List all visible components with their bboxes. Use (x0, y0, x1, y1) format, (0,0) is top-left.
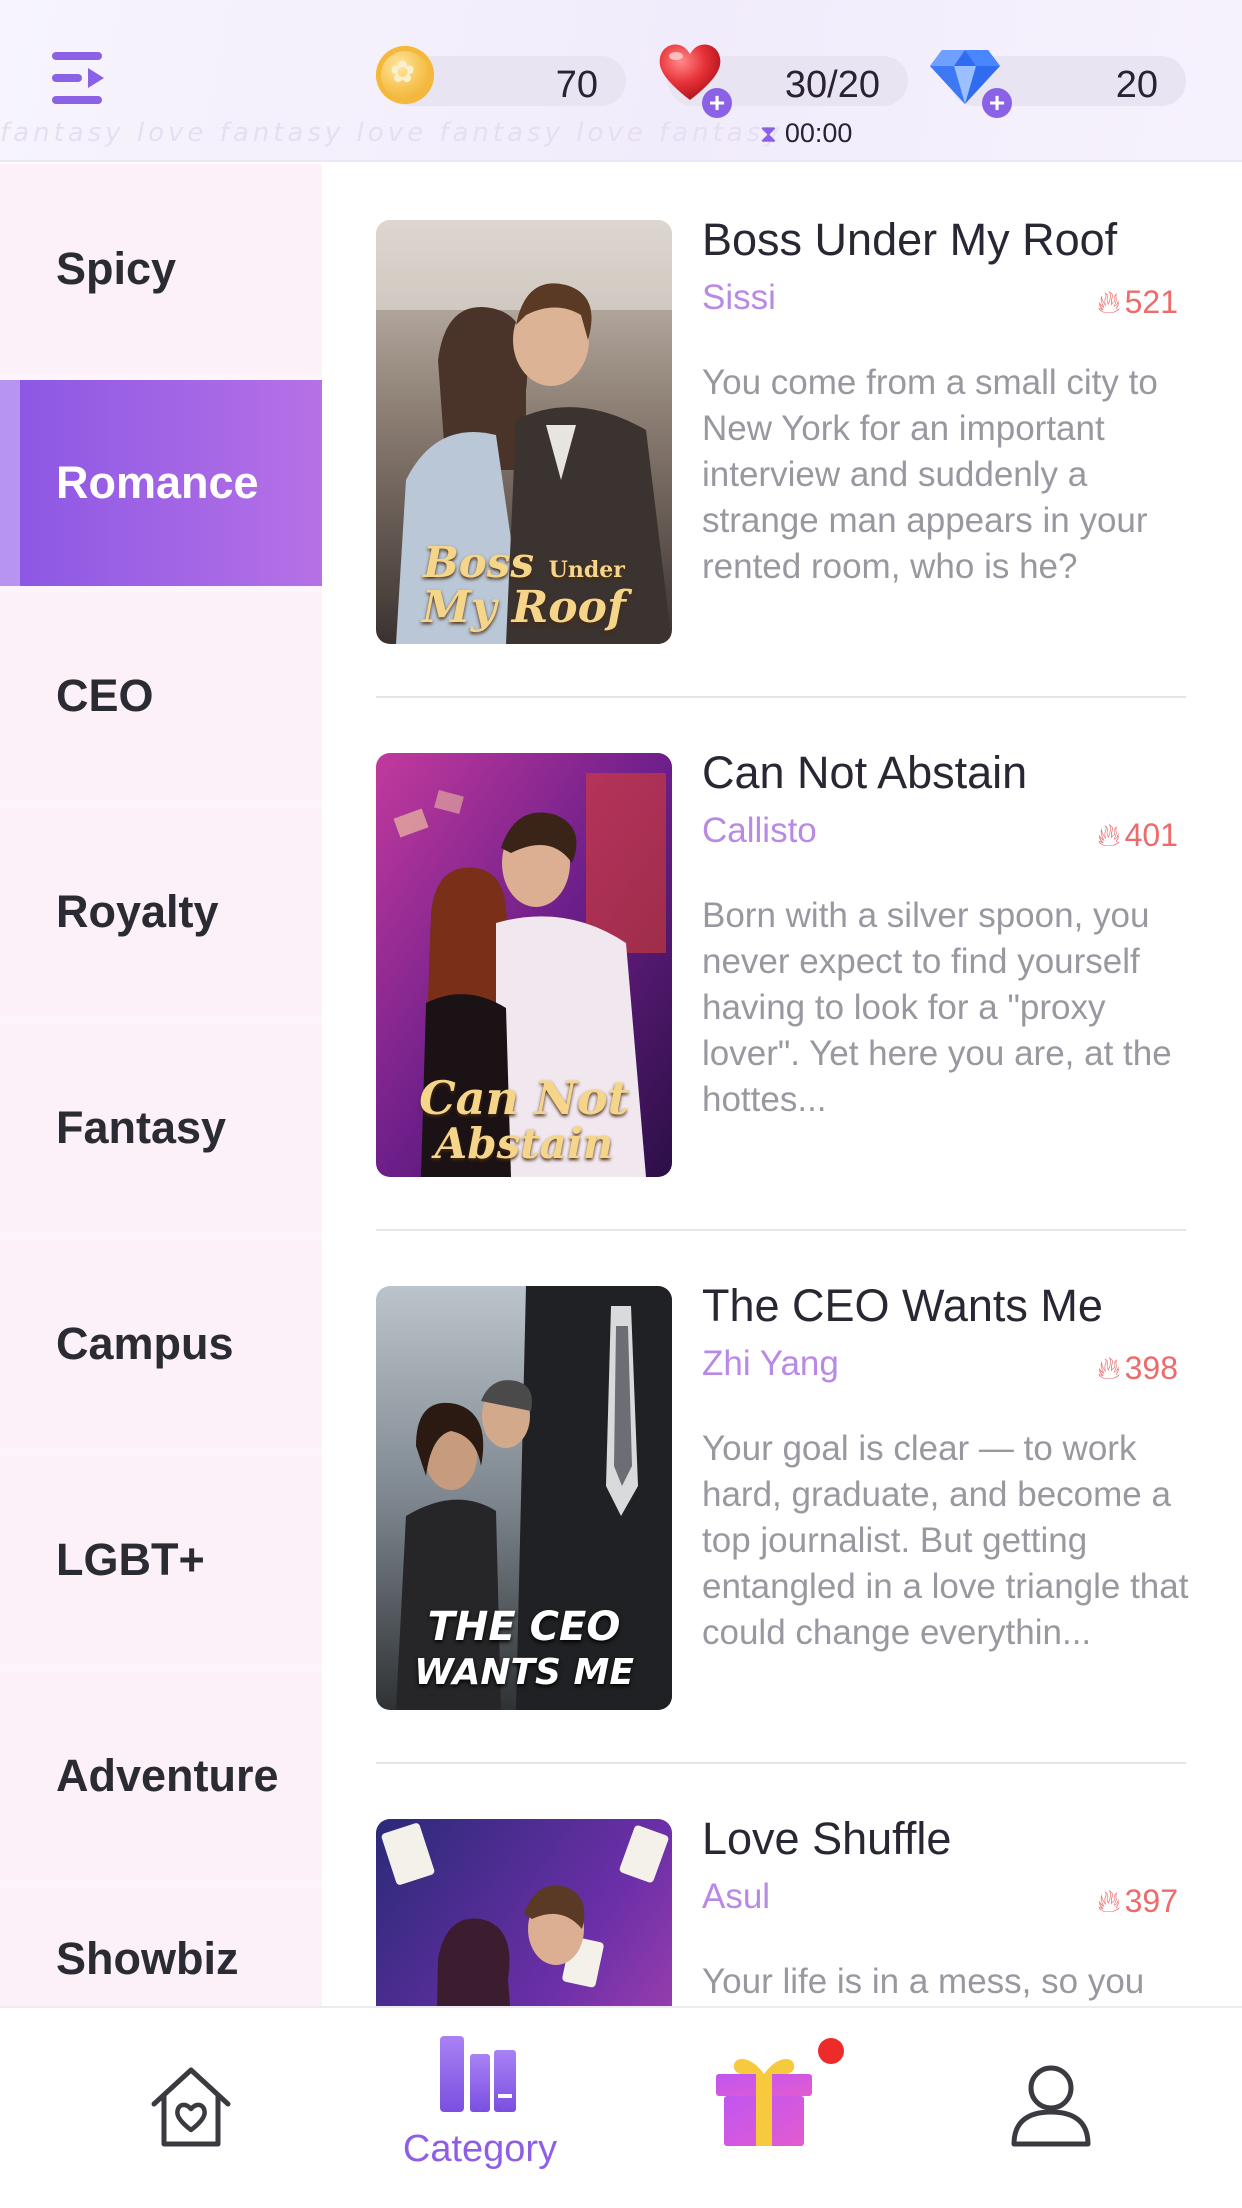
category-label: Showbiz (56, 1933, 239, 1984)
category-showbiz[interactable]: Showbiz (0, 1888, 322, 2006)
top-bar: fantasy love fantasy love fantasy love f… (0, 0, 1242, 162)
hourglass-icon: ⧗ (760, 121, 777, 148)
bottom-navigation: Category (0, 2006, 1242, 2208)
story-card-love-shuffle[interactable]: Love Shuffle Asul 🔥︎ 397 Your life is in … (376, 1763, 1188, 2006)
category-fantasy[interactable]: Fantasy (0, 1024, 322, 1232)
cover-title-2: My Roof (422, 582, 626, 633)
fire-icon: 🔥︎ (1097, 284, 1121, 320)
refill-timer: ⧗ 00:00 (760, 118, 852, 149)
story-list: Boss Under My Roof Boss Under My Roof Si… (322, 164, 1242, 2006)
category-romance[interactable]: Romance (0, 380, 336, 586)
gift-icon (716, 2058, 812, 2146)
fire-icon: 🔥︎ (1097, 817, 1121, 853)
category-royalty[interactable]: Royalty (0, 808, 322, 1016)
menu-icon[interactable] (52, 52, 108, 104)
home-heart-icon (151, 2067, 231, 2147)
popularity-count: 🔥︎ 398 (1097, 1350, 1178, 1386)
user-icon (1011, 2065, 1091, 2147)
book-description: Your goal is clear — to work hard, gradu… (702, 1429, 1189, 1652)
cover-title-2: WANTS ME (414, 1652, 634, 1693)
cover-title-2: Abstain (434, 1119, 614, 1168)
notification-dot (818, 2038, 844, 2064)
category-sidebar: Spicy Romance CEO Royalty Fantasy Campus… (0, 164, 336, 2006)
category-label: Campus (56, 1318, 234, 1369)
book-title[interactable]: Boss Under My Roof (702, 214, 1117, 266)
category-label: Romance (56, 457, 259, 508)
popularity-count: 🔥︎ 401 (1097, 817, 1178, 853)
tab-profile[interactable] (980, 2008, 1120, 2208)
active-indicator (0, 380, 20, 586)
book-cover[interactable]: Can Not Abstain (376, 753, 672, 1177)
cover-title: Can Not (419, 1071, 629, 1125)
heart-count: 30/20 (784, 64, 880, 106)
category-label: Adventure (56, 1750, 279, 1801)
category-label: Royalty (56, 886, 219, 937)
add-gems-button[interactable]: + (982, 88, 1012, 118)
category-lgbt[interactable]: LGBT+ (0, 1456, 322, 1664)
category-spicy[interactable]: Spicy (0, 164, 322, 374)
book-author: Callisto (702, 811, 817, 850)
coin-count: 70 (555, 64, 598, 106)
popularity-count: 🔥︎ 397 (1097, 1883, 1178, 1919)
book-description: Your life is in a mess, so you (702, 1962, 1145, 2001)
cover-title: THE CEO (427, 1604, 621, 1650)
story-card-boss-under-my-roof[interactable]: Boss Under My Roof Boss Under My Roof Si… (376, 164, 1188, 698)
tab-category[interactable]: Category (380, 2008, 580, 2208)
fire-icon: 🔥︎ (1097, 1883, 1121, 1919)
book-cover[interactable]: THE CEO WANTS ME (376, 1286, 672, 1710)
book-cover[interactable] (376, 1819, 672, 2006)
header-decor-text: fantasy love fantasy love fantasy love f… (0, 118, 784, 148)
category-label: Spicy (56, 243, 177, 294)
books-icon (440, 2036, 516, 2112)
add-hearts-button[interactable]: + (702, 88, 732, 118)
timer-value: 00:00 (784, 118, 853, 148)
book-title[interactable]: The CEO Wants Me (702, 1280, 1103, 1332)
book-author: Asul (702, 1877, 771, 1916)
book-description: Born with a silver spoon, you never expe… (702, 896, 1172, 1119)
fire-icon: 🔥︎ (1097, 1350, 1121, 1386)
book-description: You come from a small city to New York f… (702, 363, 1158, 586)
book-title[interactable]: Can Not Abstain (702, 747, 1027, 799)
popularity-count: 🔥︎ 521 (1097, 284, 1178, 320)
coin-icon (376, 46, 434, 104)
book-cover[interactable]: Boss Under My Roof (376, 220, 672, 644)
story-card-can-not-abstain[interactable]: Can Not Abstain Can Not Abstain Callisto… (376, 697, 1188, 1231)
category-label: Fantasy (56, 1102, 227, 1153)
category-adventure[interactable]: Adventure (0, 1672, 322, 1880)
book-title[interactable]: Love Shuffle (702, 1813, 951, 1865)
tab-category-label: Category (402, 2128, 558, 2170)
category-ceo[interactable]: CEO (0, 592, 322, 800)
story-card-the-ceo-wants-me[interactable]: THE CEO WANTS ME The CEO Wants Me Zhi Ya… (376, 1230, 1188, 1764)
book-author: Sissi (702, 278, 776, 317)
book-author: Zhi Yang (702, 1344, 839, 1383)
tab-home[interactable] (136, 2008, 266, 2208)
tab-gift[interactable] (700, 2008, 840, 2208)
gem-count: 20 (1115, 64, 1158, 106)
category-label: LGBT+ (56, 1534, 205, 1585)
category-label: CEO (56, 670, 154, 721)
category-campus[interactable]: Campus (0, 1240, 322, 1448)
cover-title: Boss Under (423, 538, 625, 587)
